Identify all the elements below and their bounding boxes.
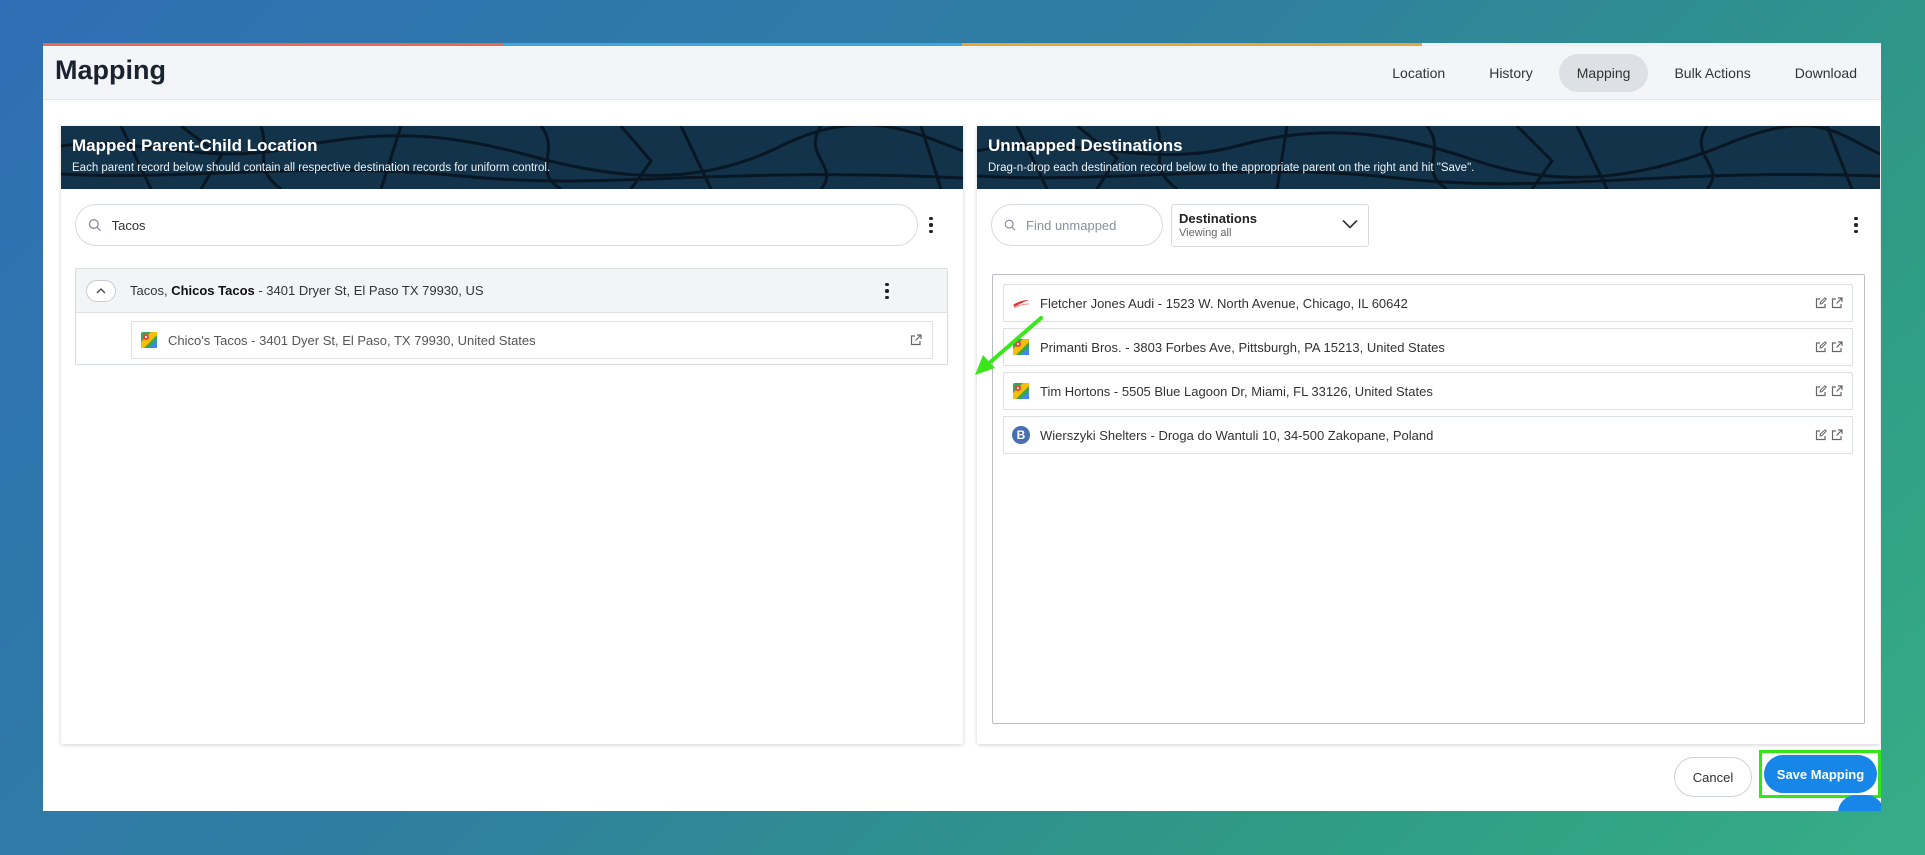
unmapped-options-kebab-icon[interactable] [1848, 214, 1864, 236]
tab-location[interactable]: Location [1374, 54, 1463, 92]
mapped-title: Mapped Parent-Child Location [72, 136, 318, 155]
destination-label: Tim Hortons - 5505 Blue Lagoon Dr, Miami… [1040, 383, 1433, 399]
destinations-filter-label: Destinations [1179, 211, 1258, 226]
parent-name-prefix: Tacos, [130, 283, 172, 298]
tab-bulk-actions[interactable]: Bulk Actions [1656, 54, 1768, 92]
external-link-icon[interactable] [1831, 429, 1843, 441]
parent-row-kebab-icon[interactable] [879, 280, 895, 302]
destination-label: Fletcher Jones Audi - 1523 W. North Aven… [1040, 295, 1408, 311]
parent-address: - 3401 Dryer St, El Paso TX 79930, US [254, 283, 484, 298]
tab-history[interactable]: History [1471, 54, 1551, 92]
external-link-icon[interactable] [910, 334, 922, 346]
list-item[interactable]: Fletcher Jones Audi - 1523 W. North Aven… [1003, 284, 1853, 322]
external-link-icon[interactable] [1831, 341, 1843, 353]
bing-b-glyph: B [1012, 426, 1030, 444]
unmapped-banner: Unmapped Destinations Drag-n-drop each d… [977, 126, 1880, 189]
list-item[interactable]: Tim Hortons - 5505 Blue Lagoon Dr, Miami… [1003, 372, 1853, 410]
parent-search-input[interactable] [111, 217, 917, 233]
tab-download[interactable]: Download [1777, 54, 1875, 92]
destination-actions [1815, 341, 1843, 353]
destination-label: Primanti Bros. - 3803 Forbes Ave, Pittsb… [1040, 339, 1445, 355]
google-maps-icon [1012, 382, 1030, 400]
app-window: Mapping Location History Mapping Bulk Ac… [43, 43, 1881, 811]
parent-group: Tacos, Chicos Tacos - 3401 Dryer St, El … [75, 268, 948, 365]
destinations-filter-dropdown[interactable]: Destinations Viewing all [1171, 204, 1369, 247]
bing-b-icon: B [1012, 426, 1030, 444]
mapped-banner: Mapped Parent-Child Location Each parent… [61, 126, 963, 189]
parent-options-kebab-icon[interactable] [923, 214, 939, 236]
external-link-icon[interactable] [1831, 297, 1843, 309]
edit-icon[interactable] [1815, 341, 1827, 353]
edit-icon[interactable] [1815, 297, 1827, 309]
annotation-arrow-icon [975, 316, 1043, 375]
destination-label: Wierszyki Shelters - Droga do Wantuli 10… [1040, 427, 1434, 443]
edit-icon[interactable] [1815, 385, 1827, 397]
edit-icon[interactable] [1815, 429, 1827, 441]
collapse-button[interactable] [86, 279, 116, 302]
parent-row[interactable]: Tacos, Chicos Tacos - 3401 Dryer St, El … [76, 269, 947, 313]
parent-search-box [75, 204, 918, 246]
unmapped-destination-list: Fletcher Jones Audi - 1523 W. North Aven… [992, 274, 1865, 724]
parent-label: Tacos, Chicos Tacos - 3401 Dryer St, El … [130, 283, 484, 298]
unmapped-search-box [991, 204, 1163, 246]
list-item[interactable]: B Wierszyki Shelters - Droga do Wantuli … [1003, 416, 1853, 454]
unmapped-search-input[interactable] [1026, 217, 1162, 233]
page-header: Mapping Location History Mapping Bulk Ac… [43, 46, 1881, 100]
google-maps-icon [140, 331, 158, 349]
child-label: Chico's Tacos - 3401 Dyer St, El Paso, T… [168, 332, 536, 348]
destinations-filter-sub: Viewing all [1179, 227, 1232, 239]
mapped-subtitle: Each parent record below should contain … [72, 162, 551, 174]
parent-name-bold: Chicos Tacos [171, 283, 255, 298]
unmapped-subtitle: Drag-n-drop each destination record belo… [988, 162, 1475, 174]
top-nav: Location History Mapping Bulk Actions Do… [1374, 54, 1875, 92]
child-row[interactable]: Chico's Tacos - 3401 Dyer St, El Paso, T… [131, 321, 933, 359]
chevron-down-icon [1342, 219, 1358, 229]
destination-actions [1815, 385, 1843, 397]
external-link-icon[interactable] [1831, 385, 1843, 397]
page-title: Mapping [55, 55, 166, 85]
unmapped-panel: Unmapped Destinations Drag-n-drop each d… [977, 126, 1880, 744]
list-item[interactable]: Primanti Bros. - 3803 Forbes Ave, Pittsb… [1003, 328, 1853, 366]
chevron-up-icon [96, 287, 106, 293]
destination-actions [1815, 429, 1843, 441]
tab-mapping[interactable]: Mapping [1558, 54, 1649, 92]
cancel-button[interactable]: Cancel [1674, 757, 1752, 797]
search-icon [88, 218, 102, 232]
save-mapping-button[interactable]: Save Mapping [1764, 755, 1877, 793]
mapped-panel: Mapped Parent-Child Location Each parent… [61, 126, 963, 744]
brand-swoosh-icon [1012, 294, 1030, 312]
destination-actions [1815, 297, 1843, 309]
unmapped-title: Unmapped Destinations [988, 136, 1183, 155]
search-icon [1004, 219, 1016, 231]
